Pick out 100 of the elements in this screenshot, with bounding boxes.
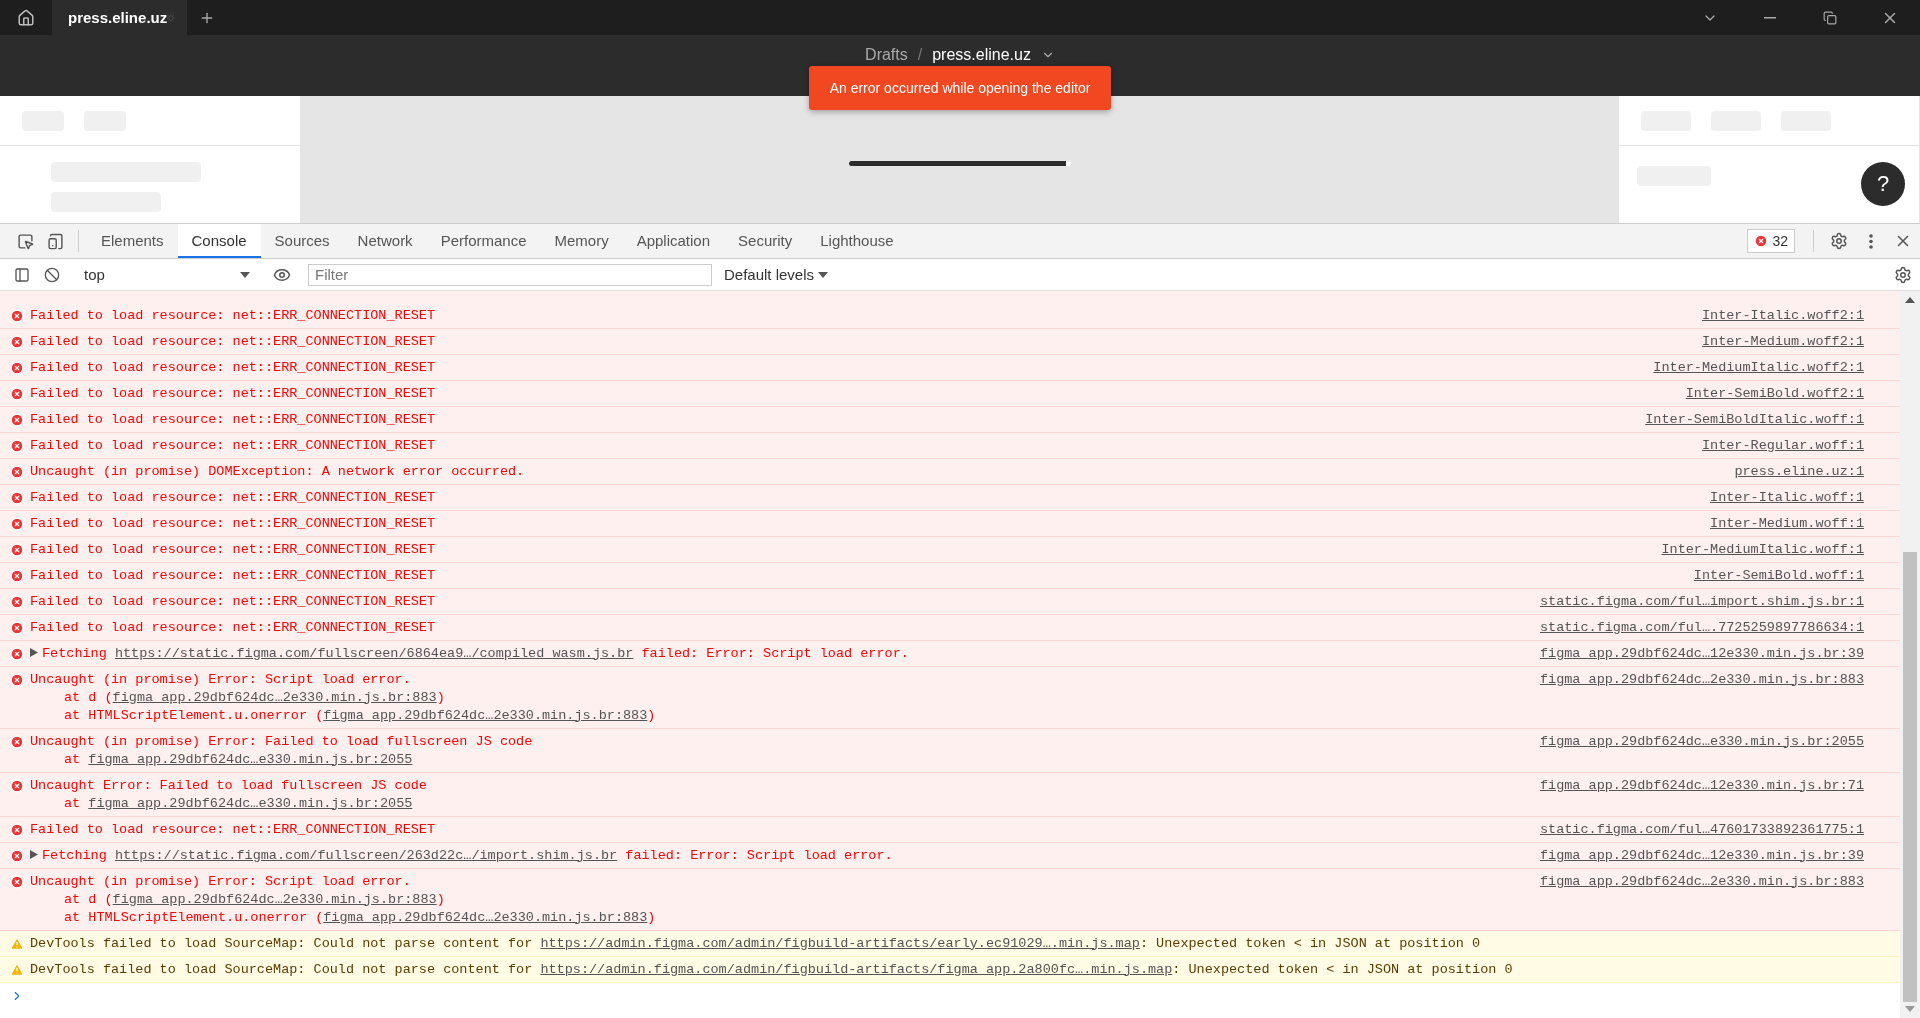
expand-icon[interactable] (30, 849, 38, 859)
device-icon (46, 232, 64, 250)
devtools-tab[interactable]: Memory (540, 224, 623, 258)
warning-icon (10, 962, 24, 977)
source-link[interactable]: figma_app.29dbf624dc…2e330.min.js.br:883 (1539, 872, 1864, 927)
source-link[interactable]: press.eline.uz:1 (1734, 462, 1864, 481)
error-message: Failed to load resource: net::ERR_CONNECTION_RESET (30, 306, 437, 325)
scroll-thumb[interactable] (1903, 552, 1917, 1002)
breadcrumb-item[interactable]: press.eline.uz (932, 45, 1031, 64)
error-icon (10, 646, 24, 661)
breadcrumb-separator: / (917, 45, 923, 64)
error-message: Failed to load resource: net::ERR_CONNECTION_RESET (30, 618, 437, 637)
source-link[interactable]: static.figma.com/ful….7725259897786634:1 (1539, 618, 1864, 637)
error-icon (10, 822, 24, 837)
error-message: Failed to load resource: net::ERR_CONNECTION_RESET (30, 436, 437, 455)
error-message: at HTMLScriptElement.u.onerror (figma_app.29dbf624dc…2e330.min.js.br:883) (63, 908, 657, 927)
devtools-tab[interactable]: Security (724, 224, 807, 258)
source-link[interactable]: Inter-MediumItalic.woff2:1 (1653, 358, 1864, 377)
source-link[interactable]: figma_app.29dbf624dc…e330.min.js.br:2055 (1539, 732, 1864, 769)
devtools-tab[interactable]: Console (177, 224, 261, 258)
filter-field[interactable]: Filter (308, 263, 712, 286)
caret-icon (240, 271, 250, 278)
devtools-tab[interactable]: Performance (426, 224, 541, 258)
error-message: Failed to load resource: net::ERR_CONNECTION_RESET (30, 592, 437, 611)
link[interactable]: figma_app.29dbf624dc…e330.min.js.br:2055 (88, 751, 413, 767)
link[interactable]: figma_app.29dbf624dc…2e330.min.js.br:883 (112, 689, 437, 705)
context-select[interactable]: top (78, 262, 256, 287)
error-message: Fetching https://static.figma.com/fullscreen/263d22c…/import.shim.js.br failed: Error: Script load error. (30, 846, 1520, 865)
error-message: Failed to load resource: net::ERR_CONNECTION_RESET (30, 488, 437, 507)
source-link[interactable]: Inter-SemiBold.woff2:1 (1685, 384, 1864, 403)
error-icon (10, 672, 24, 687)
error-message: Fetching https://static.figma.com/fullscreen/6864ea9…/compiled_wasm.js.br failed: Error: Script load error. (30, 644, 1520, 663)
caret-icon (818, 271, 829, 278)
link[interactable]: https://static.figma.com/fullscreen/263d22c…/import.shim.js.br (114, 847, 618, 863)
source-link[interactable]: figma_app.29dbf624dc…2e330.min.js.br:883 (1539, 670, 1864, 725)
devtools-tab[interactable]: Sources (260, 224, 344, 258)
link[interactable]: figma_app.29dbf624dc…2e330.min.js.br:883 (112, 891, 437, 907)
cursor-icon (16, 232, 34, 250)
source-link[interactable]: figma_app.29dbf624dc…12e330.min.js.br:71 (1539, 776, 1864, 813)
error-icon (10, 412, 24, 427)
error-message: at d (figma_app.29dbf624dc…2e330.min.js.br:883) (63, 890, 446, 909)
browser-tab[interactable]: press.eline.uz (52, 0, 187, 35)
error-message: Failed to load resource: net::ERR_CONNECTION_RESET (30, 410, 437, 429)
error-count-badge[interactable]: 32 (1747, 229, 1795, 253)
source-link[interactable]: static.figma.com/ful…47601733892361775:1 (1539, 820, 1864, 839)
sidebar-icon (14, 266, 30, 283)
error-icon (10, 334, 24, 349)
source-link[interactable]: static.figma.com/ful…import.shim.js.br:1 (1539, 592, 1864, 611)
error-icon (10, 734, 24, 749)
error-message: Failed to load resource: net::ERR_CONNECTION_RESET (30, 820, 437, 839)
help-button[interactable]: ? (1861, 162, 1905, 206)
error-icon (10, 490, 24, 505)
devtools-tab[interactable]: Network (343, 224, 427, 258)
source-link[interactable]: figma_app.29dbf624dc…12e330.min.js.br:39 (1539, 846, 1864, 865)
expand-icon[interactable] (30, 647, 38, 657)
link[interactable]: figma_app.29dbf624dc…2e330.min.js.br:883 (323, 707, 648, 723)
warning-message: DevTools failed to load SourceMap: Could not parse content for https://admin.figma.com/admin/figbuild-artifacts/figma_app.2a800fc….min.js.map: Unexpected token < in JSON at position 0 (30, 960, 1514, 979)
link[interactable]: https://admin.figma.com/admin/figbuild-artifacts/figma_app.2a800fc….min.js.map (540, 961, 1173, 977)
source-link[interactable]: Inter-Italic.woff2:1 (1701, 306, 1864, 325)
devtools-tab[interactable]: Lighthouse (806, 224, 908, 258)
source-link[interactable]: Inter-SemiBold.woff:1 (1693, 566, 1864, 585)
error-icon (10, 516, 24, 531)
error-message: Uncaught (in promise) Error: Script load error. (30, 872, 412, 891)
source-link[interactable]: Inter-Medium.woff2:1 (1701, 332, 1864, 351)
source-link[interactable]: Inter-SemiBoldItalic.woff:1 (1645, 410, 1864, 429)
source-link[interactable]: Inter-MediumItalic.woff:1 (1661, 540, 1864, 559)
error-icon (10, 594, 24, 609)
error-icon (10, 778, 24, 793)
devtools-tab[interactable]: Application (622, 224, 725, 258)
source-link[interactable]: Inter-Italic.woff:1 (1710, 488, 1864, 507)
error-icon (10, 620, 24, 635)
source-link[interactable]: Inter-Medium.woff:1 (1710, 514, 1864, 533)
breadcrumb-item[interactable]: Drafts (865, 45, 908, 64)
restore-icon (1823, 10, 1837, 25)
error-message: at figma_app.29dbf624dc…e330.min.js.br:2055 (63, 750, 414, 769)
error-message: Uncaught (in promise) DOMException: A network error occurred. (30, 462, 526, 481)
link[interactable]: https://admin.figma.com/admin/figbuild-artifacts/early.ec91029….min.js.map (540, 935, 1140, 951)
error-icon (10, 360, 24, 375)
error-icon (10, 568, 24, 583)
home-icon (17, 8, 35, 27)
devtools-tab[interactable]: Elements (87, 224, 178, 258)
scroll-up-icon[interactable] (1905, 297, 1915, 303)
settings-icon (1894, 265, 1912, 284)
error-icon (10, 308, 24, 323)
error-icon (1754, 234, 1769, 248)
source-link[interactable]: Inter-Regular.woff:1 (1701, 436, 1864, 455)
error-message: Uncaught (in promise) Error: Failed to load fullscreen JS code (30, 732, 534, 751)
minimize-icon (1764, 16, 1776, 19)
link[interactable]: https://static.figma.com/fullscreen/6864ea9…/compiled_wasm.js.br (114, 645, 634, 661)
error-message: at figma_app.29dbf624dc…e330.min.js.br:2055 (63, 794, 414, 813)
error-message: Uncaught (in promise) Error: Script load error. (30, 670, 412, 689)
error-icon (10, 438, 24, 453)
scrollbar[interactable] (1900, 291, 1920, 1018)
source-link[interactable]: figma_app.29dbf624dc…12e330.min.js.br:39 (1539, 644, 1864, 663)
warning-message: DevTools failed to load SourceMap: Could not parse content for https://admin.figma.com/admin/figbuild-artifacts/early.ec91029….min.js.map: Unexpected token < in JSON at position 0 (30, 934, 1482, 953)
link[interactable]: figma_app.29dbf624dc…e330.min.js.br:2055 (88, 795, 413, 811)
error-message: Failed to load resource: net::ERR_CONNECTION_RESET (30, 566, 437, 585)
levels-dropdown[interactable]: Default levels (718, 265, 835, 284)
settings-icon (1830, 232, 1848, 250)
link[interactable]: figma_app.29dbf624dc…2e330.min.js.br:883 (323, 909, 648, 925)
